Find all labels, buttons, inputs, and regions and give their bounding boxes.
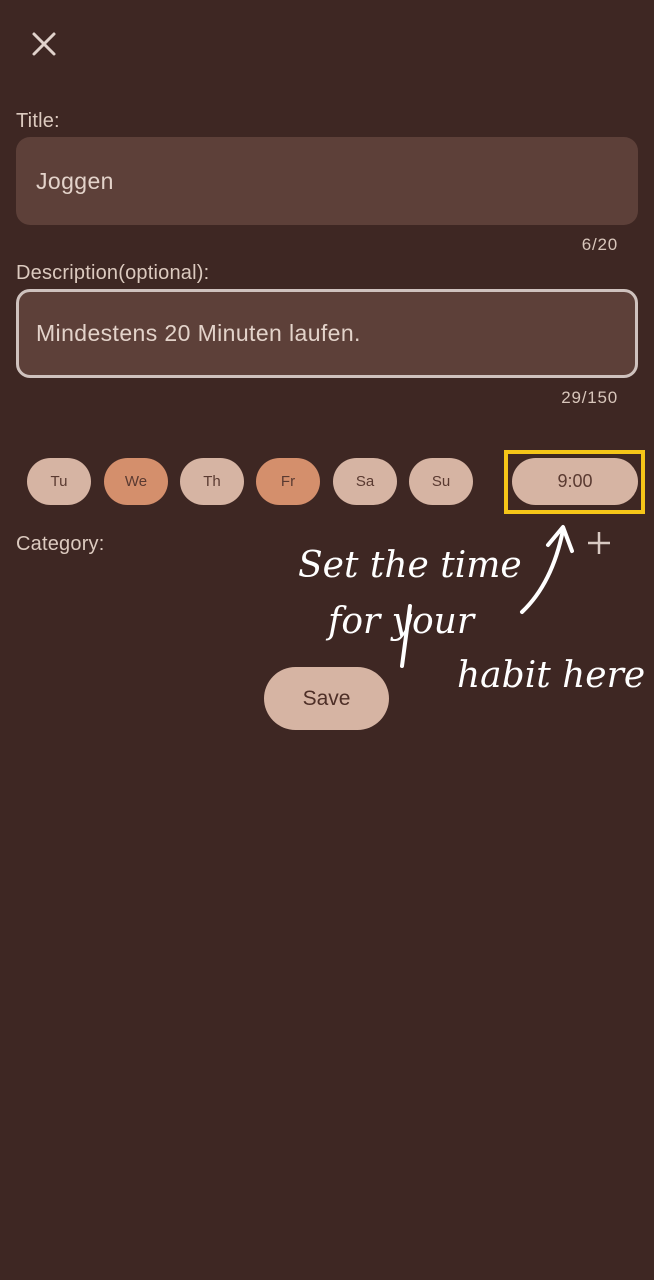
category-label: Category: — [16, 533, 105, 555]
day-chip-su[interactable]: Su — [409, 458, 473, 505]
day-chip-we[interactable]: We — [104, 458, 168, 505]
annotation-stroke-icon — [400, 604, 412, 668]
close-icon — [32, 32, 56, 56]
title-char-counter: 6/20 — [581, 235, 618, 254]
title-input[interactable]: Joggen — [16, 137, 638, 225]
description-input[interactable]: Mindestens 20 Minuten laufen. — [16, 289, 638, 378]
day-chip-th[interactable]: Th — [180, 458, 244, 505]
day-chip-sa[interactable]: Sa — [333, 458, 397, 505]
arrow-annotation-icon — [520, 525, 574, 614]
title-label: Title: — [16, 110, 60, 132]
close-button[interactable] — [26, 26, 62, 62]
time-picker-button[interactable]: 9:00 — [512, 458, 638, 505]
day-chip-fr[interactable]: Fr — [256, 458, 320, 505]
annotation-line-1: Set the time — [298, 545, 522, 586]
save-button[interactable]: Save — [264, 667, 389, 730]
annotation-line-3: habit here — [457, 655, 646, 696]
day-chip-tu[interactable]: Tu — [27, 458, 91, 505]
description-label: Description(optional): — [16, 262, 210, 284]
description-char-counter: 29/150 — [561, 388, 618, 407]
